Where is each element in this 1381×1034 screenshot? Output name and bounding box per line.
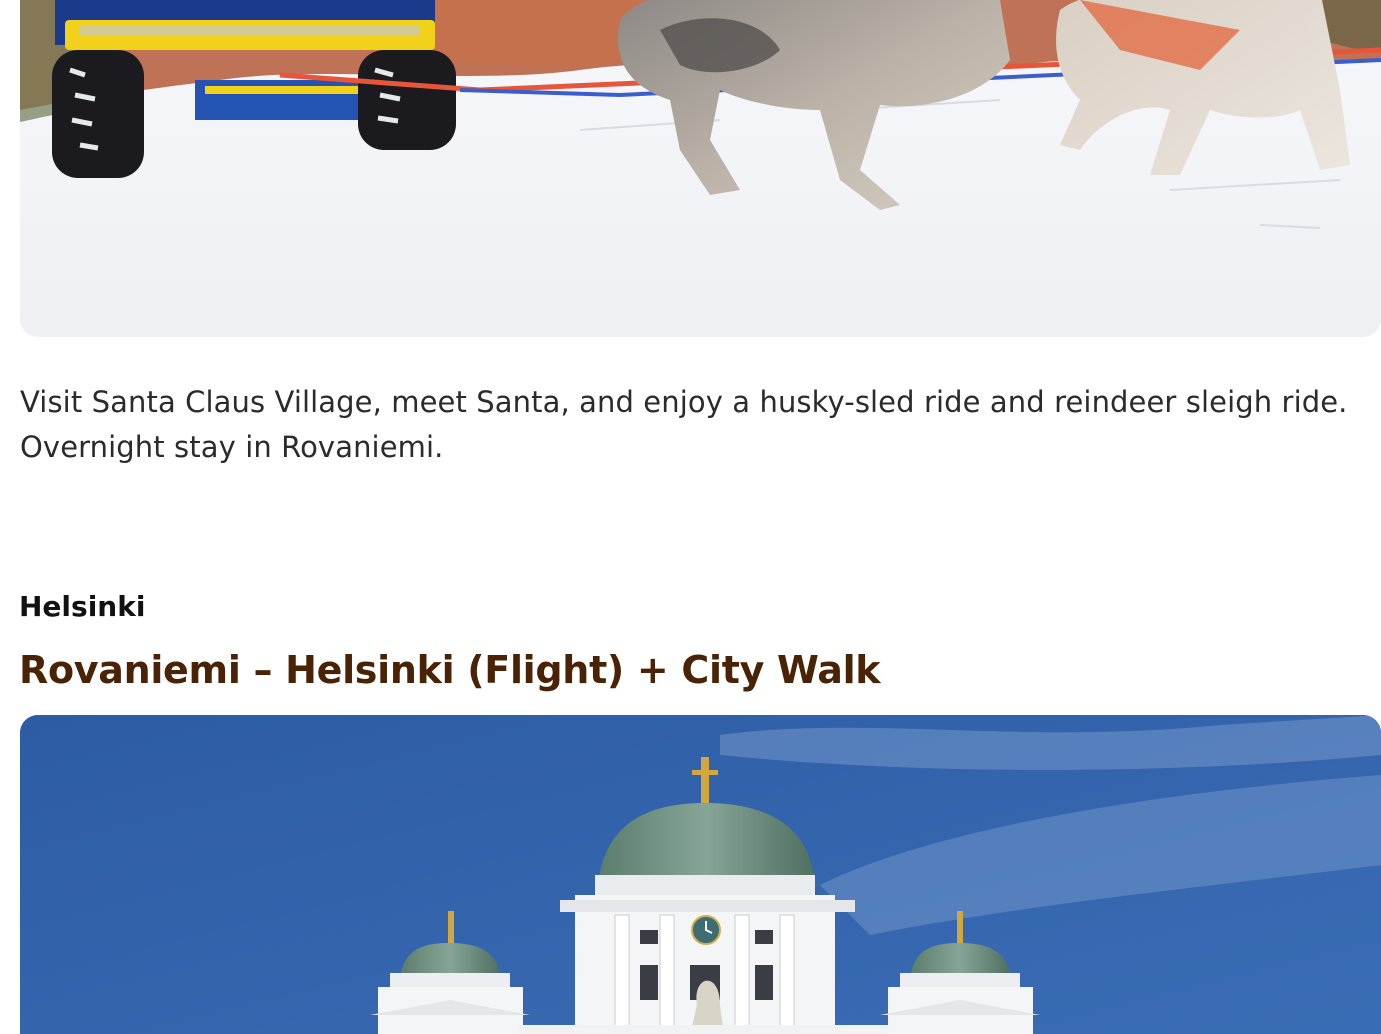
day-location-label: Helsinki: [19, 590, 146, 623]
day-description: Visit Santa Claus Village, meet Santa, a…: [20, 385, 1348, 464]
helsinki-cathedral-photo: [20, 715, 1381, 1034]
husky-sled-image: [20, 0, 1381, 337]
day-title: Rovaniemi – Helsinki (Flight) + City Wal…: [19, 648, 881, 692]
cathedral-image: [20, 715, 1381, 1034]
husky-sled-photo: [20, 0, 1381, 337]
page: Visit Santa Claus Village, meet Santa, a…: [0, 0, 1381, 1034]
